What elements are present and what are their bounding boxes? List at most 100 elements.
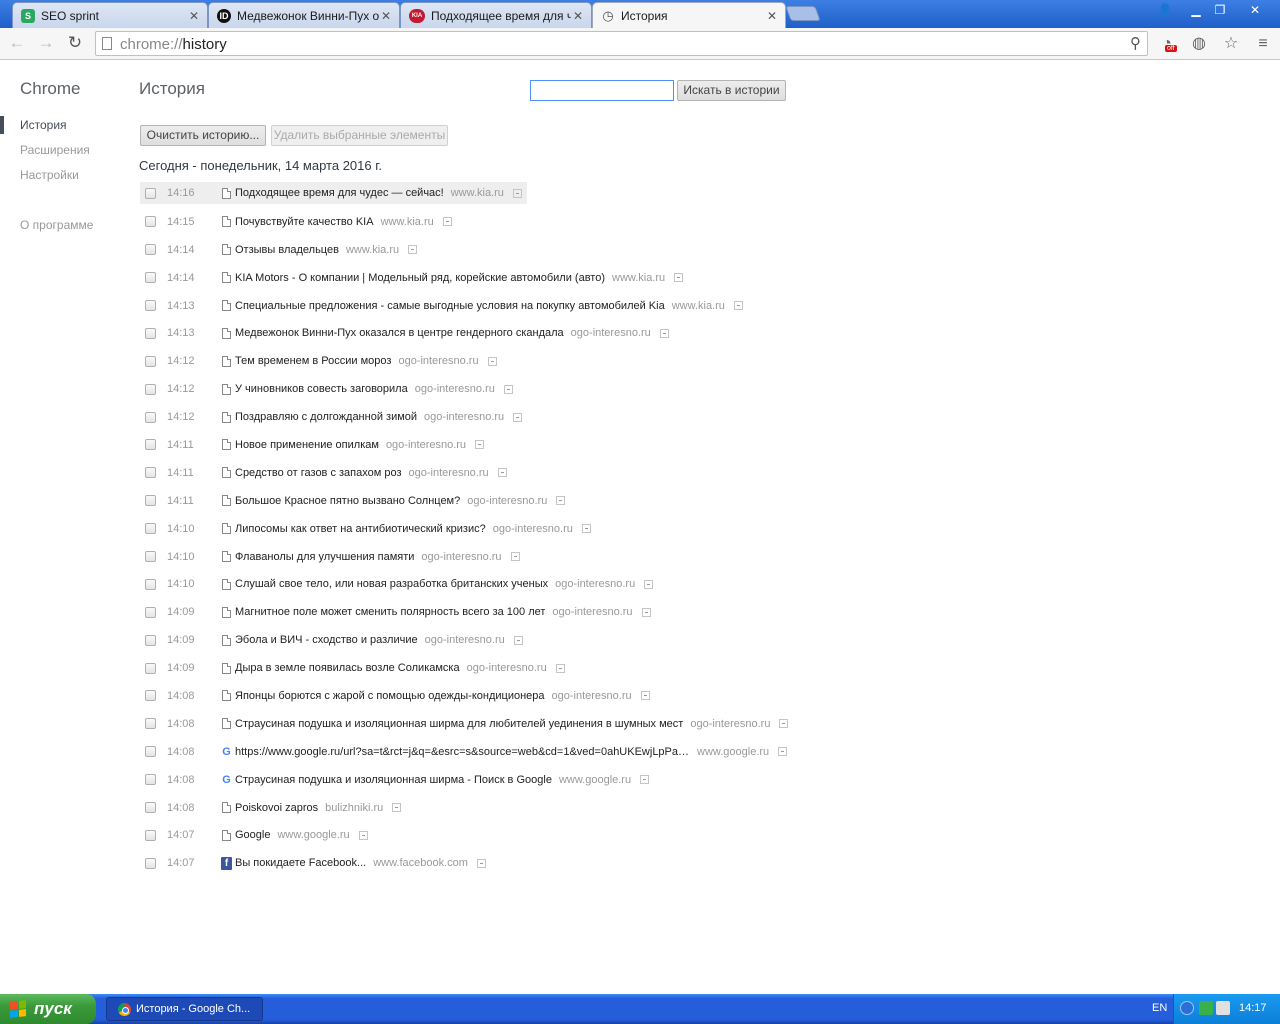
entry-checkbox[interactable]: [145, 857, 156, 869]
entry-menu-button[interactable]: [358, 830, 368, 840]
entry-title-link[interactable]: Поздравляю с долгожданной зимой: [235, 411, 417, 423]
volume-icon[interactable]: [1216, 1001, 1230, 1015]
entry-checkbox[interactable]: [145, 551, 156, 563]
entry-menu-button[interactable]: [503, 384, 513, 394]
entry-title-link[interactable]: Страусиная подушка и изоляционная ширма …: [235, 718, 683, 730]
sidebar-item-about[interactable]: О программе: [0, 216, 120, 241]
entry-menu-button[interactable]: [513, 635, 523, 645]
entry-checkbox[interactable]: [145, 272, 156, 284]
bookmark-star-icon[interactable]: ☆: [1220, 33, 1242, 55]
entry-menu-button[interactable]: [475, 440, 485, 450]
close-icon[interactable]: ✕: [379, 9, 393, 23]
tab-ogo-interesno[interactable]: ID Медвежонок Винни-Пух ок ✕: [208, 2, 400, 28]
entry-title-link[interactable]: Флаванолы для улучшения памяти: [235, 551, 414, 563]
sidebar-item-history[interactable]: История: [0, 116, 120, 141]
entry-checkbox[interactable]: [145, 495, 156, 507]
sidebar-item-settings[interactable]: Настройки: [0, 166, 120, 191]
reload-button[interactable]: ↻: [63, 32, 87, 56]
entry-title-link[interactable]: У чиновников совесть заговорила: [235, 383, 408, 395]
entry-menu-button[interactable]: [555, 663, 565, 673]
sidebar-item-extensions[interactable]: Расширения: [0, 141, 120, 166]
close-icon[interactable]: ✕: [571, 9, 585, 23]
entry-title-link[interactable]: KIA Motors - О компании | Модельный ряд,…: [235, 272, 605, 284]
entry-checkbox[interactable]: [145, 300, 156, 311]
entry-checkbox[interactable]: [145, 606, 156, 618]
entry-menu-button[interactable]: [556, 496, 566, 506]
entry-menu-button[interactable]: [513, 412, 523, 422]
entry-menu-button[interactable]: [512, 188, 522, 198]
back-button[interactable]: ←: [5, 32, 29, 56]
entry-title-link[interactable]: Дыра в земле появилась возле Соликамска: [235, 662, 460, 674]
entry-checkbox[interactable]: [145, 746, 156, 758]
entry-checkbox[interactable]: [145, 634, 156, 646]
entry-title-link[interactable]: Тем временем в России мороз: [235, 355, 391, 367]
entry-menu-button[interactable]: [674, 273, 684, 283]
entry-title-link[interactable]: Липосомы как ответ на антибиотический кр…: [235, 523, 486, 535]
close-icon[interactable]: ✕: [187, 9, 201, 23]
entry-menu-button[interactable]: [779, 719, 789, 729]
entry-menu-button[interactable]: [392, 803, 402, 813]
zoom-icon[interactable]: ⚲: [1130, 34, 1141, 52]
entry-menu-button[interactable]: [641, 607, 651, 617]
entry-menu-button[interactable]: [581, 524, 591, 534]
entry-title-link[interactable]: Средство от газов с запахом роз: [235, 467, 402, 479]
menu-icon[interactable]: ≡: [1252, 33, 1274, 55]
globe-icon[interactable]: ◍: [1188, 33, 1210, 55]
entry-checkbox[interactable]: [145, 244, 156, 256]
entry-title-link[interactable]: Японцы борются с жарой с помощью одежды-…: [235, 690, 545, 702]
entry-menu-button[interactable]: [640, 691, 650, 701]
entry-checkbox[interactable]: [145, 467, 156, 479]
entry-checkbox[interactable]: [145, 216, 156, 228]
tab-history[interactable]: ◷ История ✕: [592, 2, 786, 29]
entry-checkbox[interactable]: [145, 774, 156, 786]
entry-title-link[interactable]: Poiskovoi zapros: [235, 802, 318, 814]
entry-checkbox[interactable]: [145, 523, 156, 535]
tab-seo-sprint[interactable]: S SEO sprint ✕: [12, 2, 208, 28]
search-history-button[interactable]: Искать в истории: [677, 80, 786, 101]
entry-checkbox[interactable]: [145, 355, 156, 367]
entry-checkbox[interactable]: [145, 690, 156, 702]
entry-checkbox[interactable]: [145, 187, 156, 199]
entry-title-link[interactable]: Google: [235, 829, 270, 841]
entry-checkbox[interactable]: [145, 383, 156, 395]
entry-title-link[interactable]: Большое Красное пятно вызвано Солнцем?: [235, 495, 460, 507]
entry-title-link[interactable]: Новое применение опилкам: [235, 439, 379, 451]
address-bar[interactable]: chrome://history ⚲: [95, 31, 1148, 56]
entry-checkbox[interactable]: [145, 829, 156, 841]
entry-menu-button[interactable]: [442, 217, 452, 227]
entry-title-link[interactable]: Подходящее время для чудес — сейчас!: [235, 187, 444, 199]
entry-title-link[interactable]: https://www.google.ru/url?sa=t&rct=j&q=&…: [235, 746, 690, 758]
network-icon[interactable]: [1199, 1001, 1213, 1015]
entry-menu-button[interactable]: [510, 552, 520, 562]
new-tab-button[interactable]: [785, 6, 821, 21]
entry-checkbox[interactable]: [145, 578, 156, 590]
entry-title-link[interactable]: Почувствуйте качество KIA: [235, 216, 374, 228]
entry-checkbox[interactable]: [145, 439, 156, 451]
forward-button[interactable]: →: [34, 32, 58, 56]
restore-button[interactable]: ❐: [1208, 1, 1232, 19]
clear-history-button[interactable]: Очистить историю...: [140, 125, 266, 146]
entry-title-link[interactable]: Специальные предложения - самые выгодные…: [235, 300, 665, 312]
entry-title-link[interactable]: Медвежонок Винни-Пух оказался в центре г…: [235, 327, 564, 339]
entry-menu-button[interactable]: [778, 747, 788, 757]
profile-icon[interactable]: 👤: [1153, 1, 1177, 19]
entry-menu-button[interactable]: [487, 356, 497, 366]
close-window-button[interactable]: ✕: [1243, 1, 1267, 19]
entry-menu-button[interactable]: [733, 301, 743, 310]
close-icon[interactable]: ✕: [765, 9, 779, 23]
entry-title-link[interactable]: Слушай свое тело, или новая разработка б…: [235, 578, 548, 590]
taskbar-item-chrome[interactable]: История - Google Ch...: [106, 997, 263, 1021]
entry-menu-button[interactable]: [497, 468, 507, 478]
entry-menu-button[interactable]: [476, 858, 486, 868]
entry-title-link[interactable]: Страусиная подушка и изоляционная ширма …: [235, 774, 552, 786]
entry-checkbox[interactable]: [145, 662, 156, 674]
entry-checkbox[interactable]: [145, 327, 156, 339]
entry-title-link[interactable]: Вы покидаете Facebook...: [235, 857, 366, 869]
entry-checkbox[interactable]: [145, 411, 156, 423]
minimize-button[interactable]: ▁: [1184, 1, 1208, 19]
entry-checkbox[interactable]: [145, 802, 156, 814]
entry-menu-button[interactable]: [644, 579, 654, 589]
entry-title-link[interactable]: Эбола и ВИЧ - сходство и различие: [235, 634, 418, 646]
start-button[interactable]: пуск: [0, 994, 96, 1024]
entry-title-link[interactable]: Магнитное поле может сменить полярность …: [235, 606, 545, 618]
